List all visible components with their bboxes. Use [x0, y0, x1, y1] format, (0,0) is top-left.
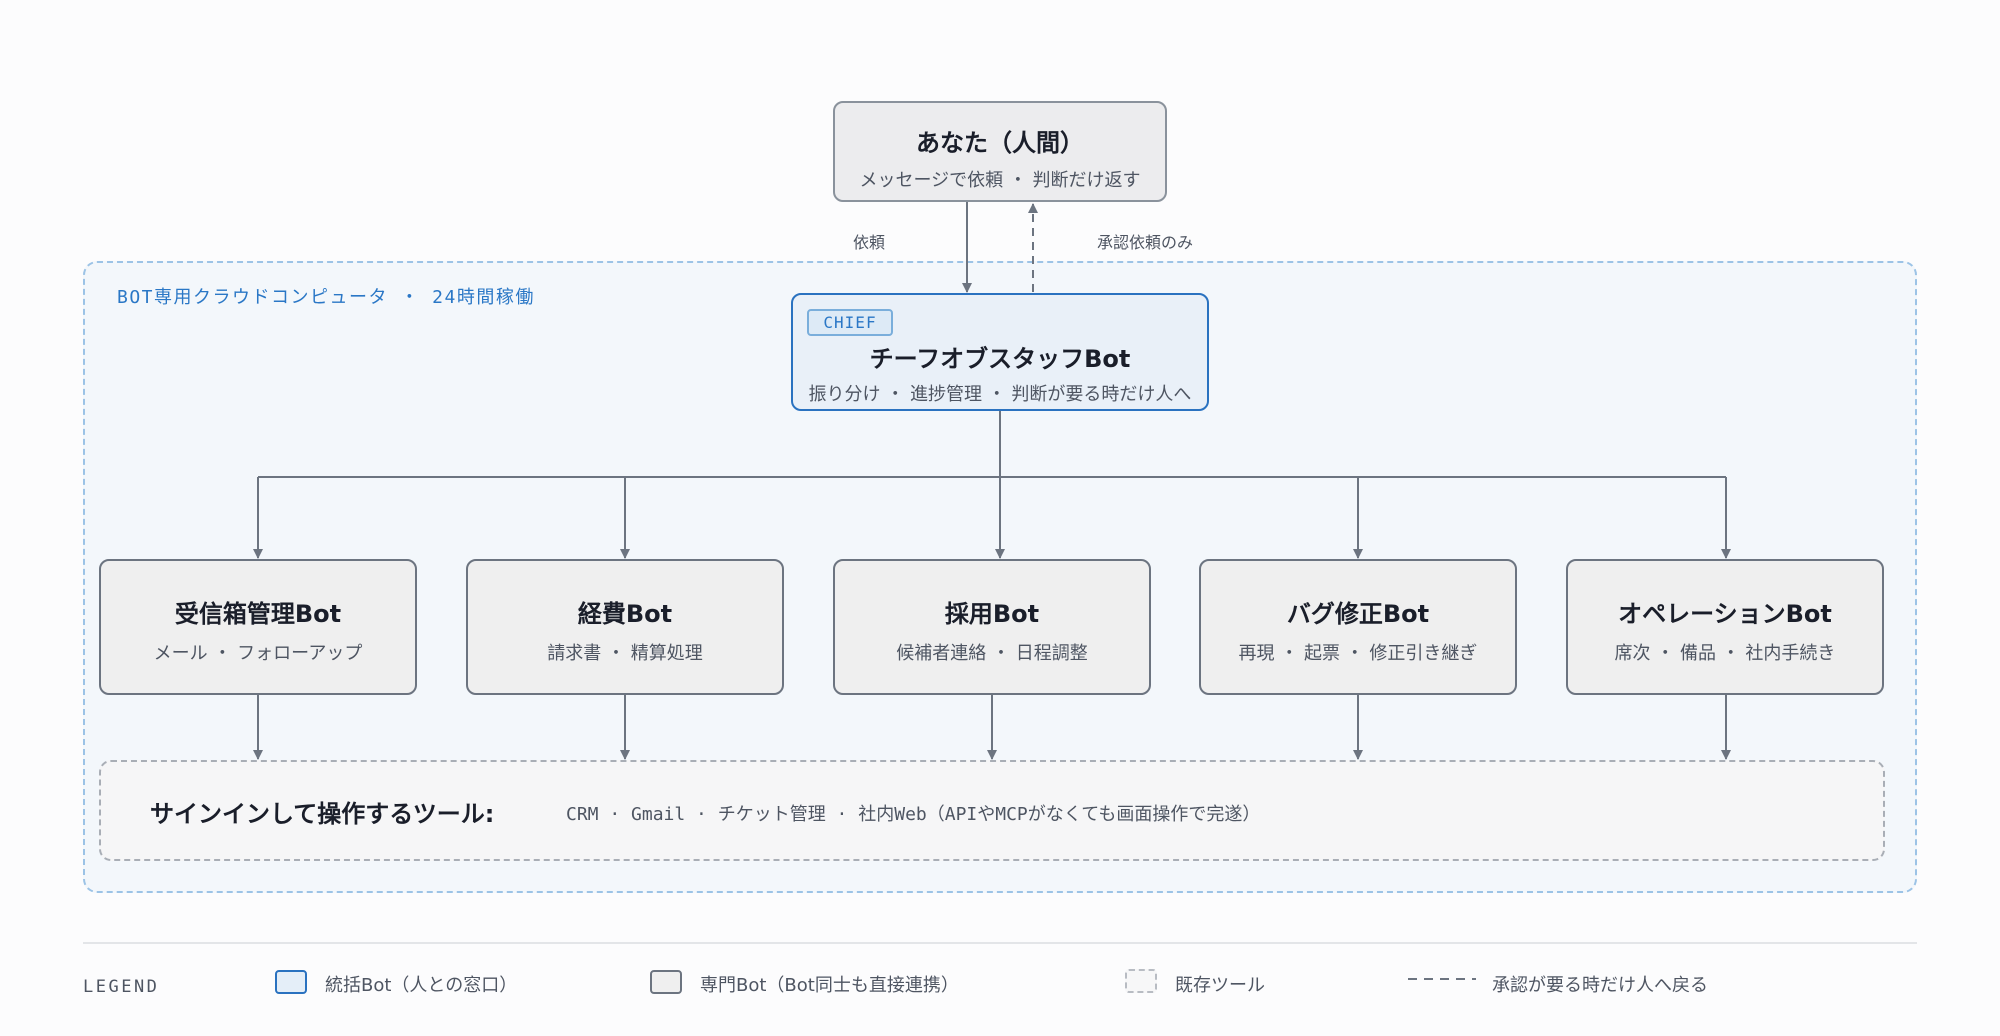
legend-divider	[83, 942, 1917, 944]
specialist-subtitle: 候補者連絡 ・ 日程調整	[896, 643, 1088, 664]
legend-swatch-tool	[1125, 969, 1157, 993]
chief-subtitle: 振り分け ・ 進捗管理 ・ 判断が要る時だけ人へ	[808, 384, 1192, 405]
chief-title: チーフオブスタッフBot	[869, 345, 1131, 373]
expense-bot-node: 経費Bot 請求書 ・ 精算処理	[466, 559, 784, 695]
legend-label-chief: 統括Bot（人との窓口）	[325, 975, 518, 996]
specialist-title: バグ修正Bot	[1286, 600, 1430, 628]
operations-bot-node: オペレーションBot 席次 ・ 備品 ・ 社内手続き	[1566, 559, 1884, 695]
chief-tag: CHIEF	[807, 309, 893, 336]
specialist-title: 採用Bot	[944, 600, 1040, 628]
specialist-title: 受信箱管理Bot	[174, 600, 342, 628]
specialist-subtitle: 請求書 ・ 精算処理	[547, 643, 703, 664]
tools-label: サインインして操作するツール:	[150, 800, 495, 828]
legend-label-approval: 承認が要る時だけ人へ戻る	[1492, 975, 1708, 996]
human-title: あなた（人間）	[916, 129, 1084, 157]
legend-dashed-line	[1408, 978, 1476, 980]
legend-label-specialist: 専門Bot（Bot同士も直接連携）	[700, 975, 959, 996]
hiring-bot-node: 採用Bot 候補者連絡 ・ 日程調整	[833, 559, 1151, 695]
legend-label-tool: 既存ツール	[1175, 975, 1265, 996]
specialist-subtitle: 席次 ・ 備品 ・ 社内手続き	[1614, 643, 1836, 664]
legend-title: LEGEND	[83, 977, 160, 997]
edge-label-approval-only: 承認依頼のみ	[1097, 233, 1194, 252]
legend-swatch-chief	[275, 970, 307, 994]
tools-list: CRM · Gmail · チケット管理 · 社内Web（APIやMCPがなくて…	[566, 804, 1261, 825]
inbox-bot-node: 受信箱管理Bot メール ・ フォローアップ	[99, 559, 417, 695]
specialist-subtitle: メール ・ フォローアップ	[153, 643, 363, 664]
bugfix-bot-node: バグ修正Bot 再現 ・ 起票 ・ 修正引き継ぎ	[1199, 559, 1517, 695]
specialist-title: 経費Bot	[577, 600, 673, 628]
specialist-title: オペレーションBot	[1618, 600, 1832, 628]
human-subtitle: メッセージで依頼 ・ 判断だけ返す	[859, 170, 1141, 191]
legend-swatch-specialist	[650, 970, 682, 994]
human-node: あなた（人間） メッセージで依頼 ・ 判断だけ返す	[833, 101, 1167, 202]
edge-label-request: 依頼	[853, 233, 886, 252]
specialist-subtitle: 再現 ・ 起票 ・ 修正引き継ぎ	[1238, 643, 1478, 664]
